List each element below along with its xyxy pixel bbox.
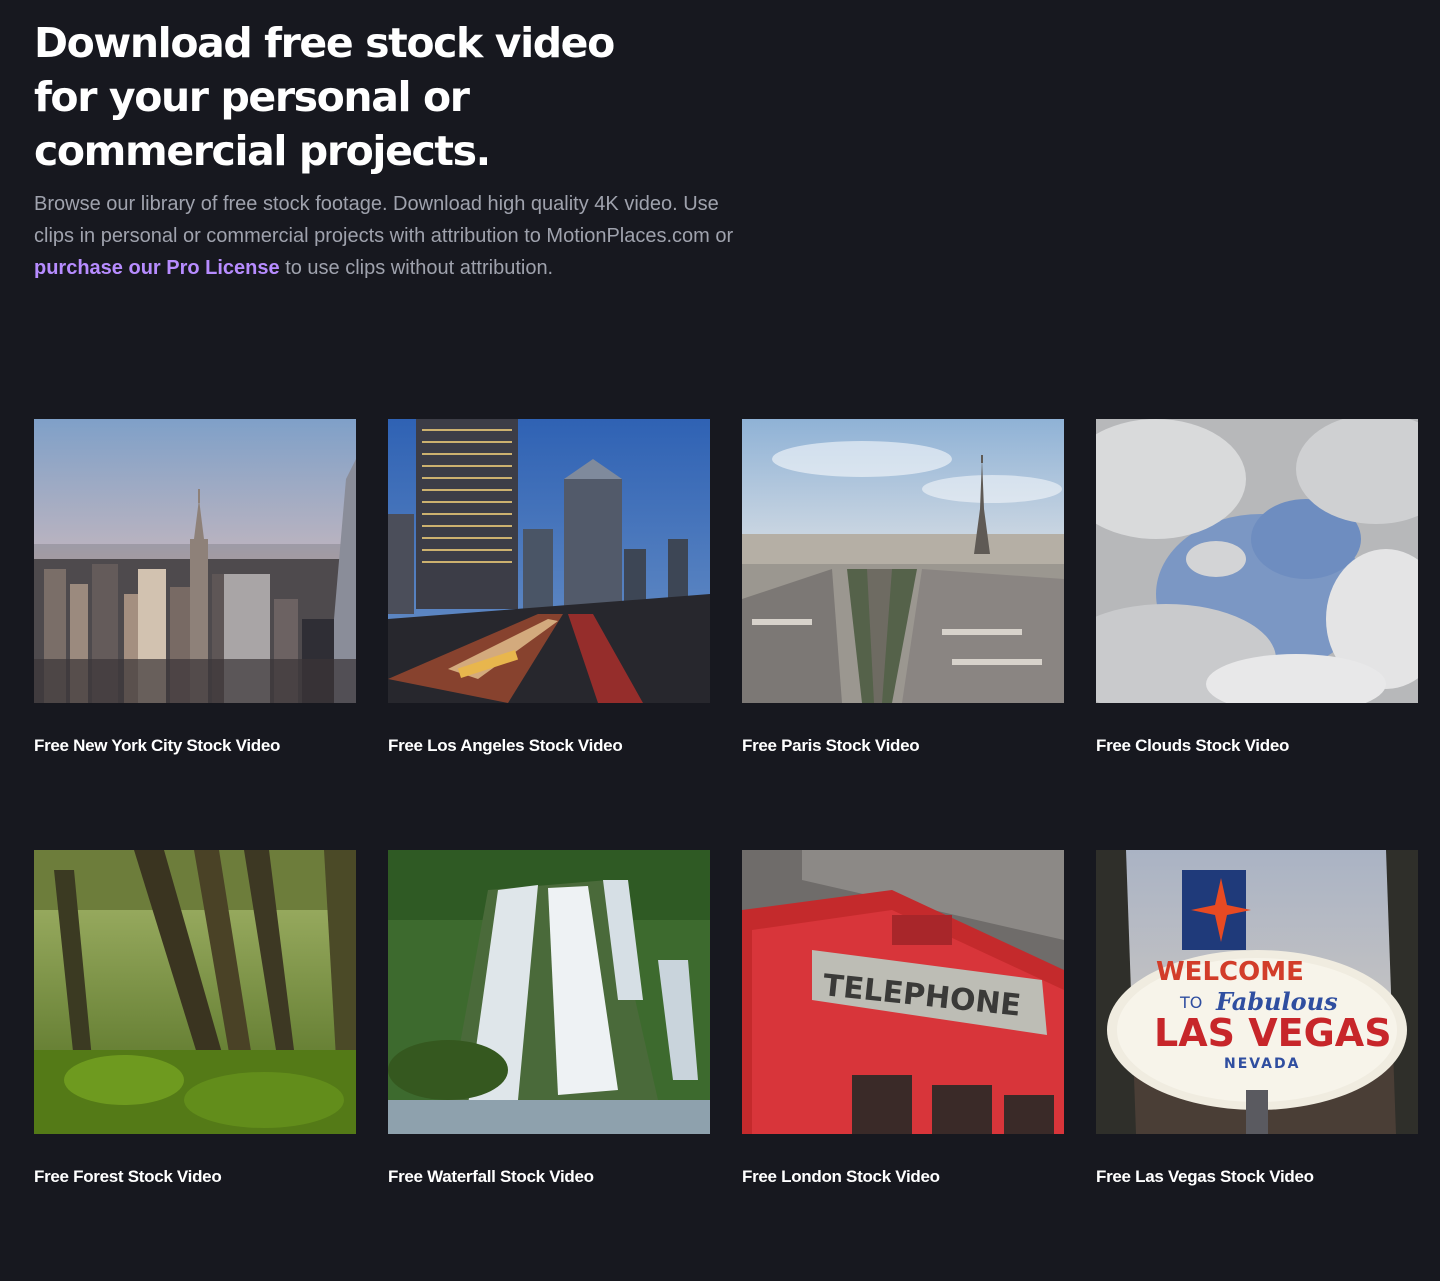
video-category-grid: Free New York City Stock Video Free Los …	[34, 419, 1419, 1281]
category-title[interactable]: Free Clouds Stock Video	[1096, 736, 1418, 756]
category-card-las-vegas[interactable]: WELCOME TO Fabulous LAS VEGAS NEVADA Fre…	[1096, 850, 1418, 1281]
paris-eiffel-tower-image[interactable]	[742, 419, 1064, 703]
los-angeles-highway-image[interactable]	[388, 419, 710, 703]
category-card-london[interactable]: TELEPHONE Free London Stock Video	[742, 850, 1064, 1281]
new-york-city-skyline-image[interactable]	[34, 419, 356, 703]
london-telephone-box-image[interactable]: TELEPHONE	[742, 850, 1064, 1134]
category-card-forest[interactable]: Free Forest Stock Video	[34, 850, 356, 1281]
vegas-city-text: LAS VEGAS	[1154, 1011, 1392, 1055]
category-title[interactable]: Free London Stock Video	[742, 1167, 1064, 1187]
category-card-paris[interactable]: Free Paris Stock Video	[742, 419, 1064, 850]
hero-section: Download free stock video for your perso…	[34, 16, 754, 284]
category-title[interactable]: Free New York City Stock Video	[34, 736, 356, 756]
hero-description-text: Browse our library of free stock footage…	[34, 193, 734, 247]
pro-license-link[interactable]: purchase our Pro License	[34, 257, 280, 279]
category-title[interactable]: Free Las Vegas Stock Video	[1096, 1167, 1418, 1187]
hero-description: Browse our library of free stock footage…	[34, 188, 754, 284]
clouds-sky-image[interactable]	[1096, 419, 1418, 703]
category-title[interactable]: Free Waterfall Stock Video	[388, 1167, 710, 1187]
category-card-los-angeles[interactable]: Free Los Angeles Stock Video	[388, 419, 710, 850]
category-title[interactable]: Free Los Angeles Stock Video	[388, 736, 710, 756]
category-title[interactable]: Free Forest Stock Video	[34, 1167, 356, 1187]
vegas-to-text: TO	[1179, 993, 1202, 1012]
category-title[interactable]: Free Paris Stock Video	[742, 736, 1064, 756]
page-title: Download free stock video for your perso…	[34, 19, 615, 175]
vegas-state-text: NEVADA	[1224, 1056, 1300, 1072]
forest-trees-image[interactable]	[34, 850, 356, 1134]
vegas-welcome-text: WELCOME	[1156, 957, 1304, 987]
category-card-waterfall[interactable]: Free Waterfall Stock Video	[388, 850, 710, 1281]
category-card-clouds[interactable]: Free Clouds Stock Video	[1096, 419, 1418, 850]
hero-description-text-end: to use clips without attribution.	[279, 257, 554, 279]
las-vegas-sign-image[interactable]: WELCOME TO Fabulous LAS VEGAS NEVADA	[1096, 850, 1418, 1134]
waterfall-image[interactable]	[388, 850, 710, 1134]
category-card-new-york[interactable]: Free New York City Stock Video	[34, 419, 356, 850]
